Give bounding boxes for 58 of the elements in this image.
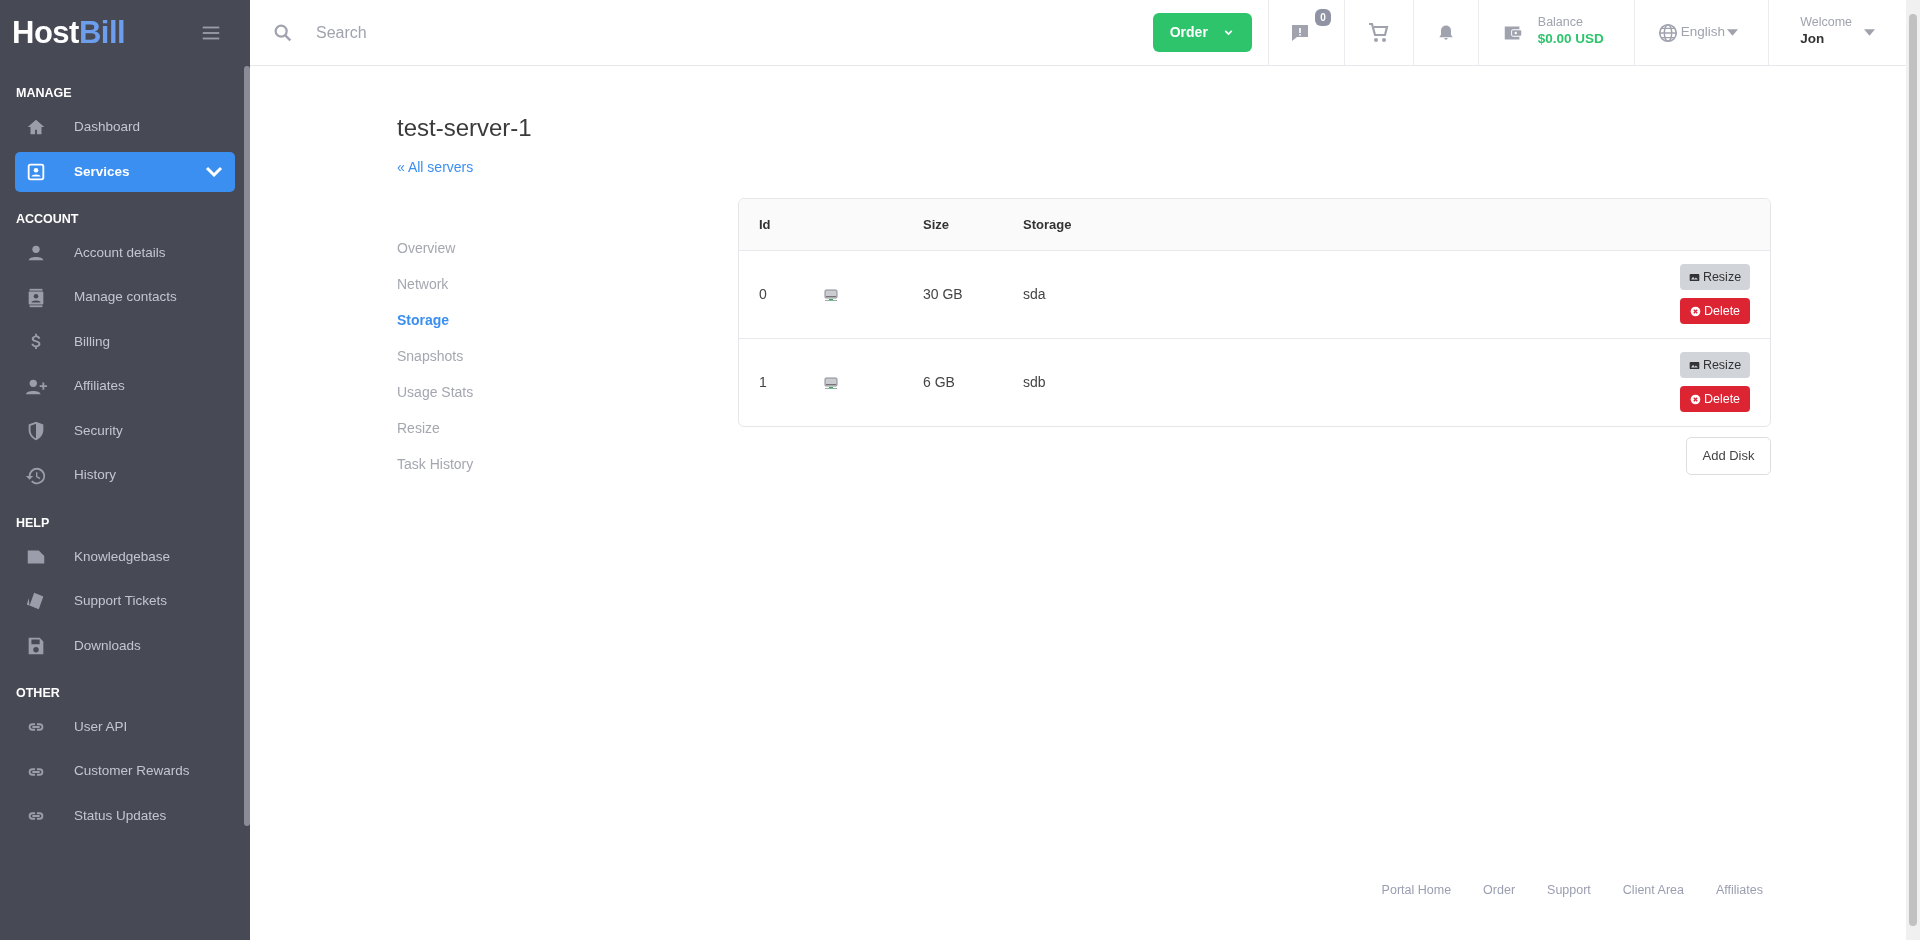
language-selector[interactable]: English — [1656, 21, 1739, 44]
sidebar-item[interactable]: Downloads — [15, 625, 235, 666]
sidebar-item[interactable]: Support Tickets — [15, 581, 235, 622]
notification-badge: 0 — [1315, 8, 1331, 26]
resize-button[interactable]: Resize — [1680, 264, 1750, 291]
tab[interactable]: Storage — [397, 309, 450, 346]
sidebar-item[interactable]: User API — [15, 707, 235, 747]
sidebar-item[interactable]: Customer Rewards — [15, 751, 235, 792]
balance-label: Balance — [1537, 15, 1584, 30]
section-heading: ACCOUNT — [15, 210, 80, 228]
column-header: Size — [923, 216, 949, 232]
scrollbar[interactable] — [244, 66, 250, 826]
column-header: Storage — [1023, 216, 1072, 232]
sidebar-item[interactable]: Knowledgebase — [15, 536, 235, 577]
section-heading: HELP — [15, 514, 51, 532]
globe-icon — [1656, 21, 1679, 44]
sidebar-item[interactable]: Status Updates — [15, 796, 235, 836]
table-cell: 30 GB — [923, 285, 963, 302]
caret-down-icon — [1864, 29, 1875, 36]
sidebar-item[interactable]: Security — [15, 411, 235, 451]
sidebar-item[interactable]: Account details — [15, 233, 235, 273]
sidebar-item[interactable]: Dashboard — [15, 107, 235, 148]
delete-button[interactable]: Delete — [1680, 386, 1750, 413]
footer-link[interactable]: Affiliates — [1716, 881, 1763, 900]
sidebar-item[interactable]: History — [15, 455, 235, 496]
footer-link[interactable]: Client Area — [1622, 881, 1684, 900]
table-cell: 0 — [759, 285, 767, 302]
close-circle-icon — [1689, 305, 1701, 317]
image-icon — [1688, 271, 1700, 283]
close-circle-icon — [1689, 393, 1701, 405]
table-cell: 6 GB — [923, 373, 955, 390]
sidebar-item[interactable]: Affiliates — [15, 366, 235, 407]
balance-amount: $0.00 USD — [1537, 30, 1604, 49]
page-title: test-server-1 — [397, 114, 533, 143]
add-disk-button[interactable]: Add Disk — [1686, 436, 1771, 475]
user-menu[interactable]: Welcome Jon — [1800, 15, 1875, 50]
hard-drive-icon — [823, 287, 839, 304]
scrollbar[interactable] — [1906, 0, 1920, 940]
sidebar-item[interactable]: Manage contacts — [15, 277, 235, 318]
table-cell: 1 — [759, 373, 767, 390]
section-heading: MANAGE — [15, 85, 73, 102]
section-heading: OTHER — [15, 684, 61, 702]
column-header: Id — [759, 216, 771, 232]
caret-down-icon — [1727, 29, 1739, 36]
sidebar-item[interactable]: Billing — [15, 322, 235, 362]
cart-icon[interactable] — [1366, 20, 1391, 45]
footer-link[interactable]: Order — [1483, 881, 1516, 900]
footer-link[interactable]: Portal Home — [1381, 881, 1452, 900]
back-link[interactable]: « All servers — [397, 156, 474, 178]
table-cell: sda — [1023, 285, 1046, 302]
table-cell: sdb — [1023, 373, 1046, 390]
image-icon — [1688, 359, 1700, 371]
footer-link[interactable]: Support — [1547, 881, 1591, 900]
sidebar-item[interactable]: Services — [15, 151, 235, 192]
delete-button[interactable]: Delete — [1680, 298, 1750, 325]
logo[interactable]: HostBill — [12, 9, 126, 57]
resize-button[interactable]: Resize — [1680, 352, 1750, 379]
hard-drive-icon — [823, 375, 839, 392]
